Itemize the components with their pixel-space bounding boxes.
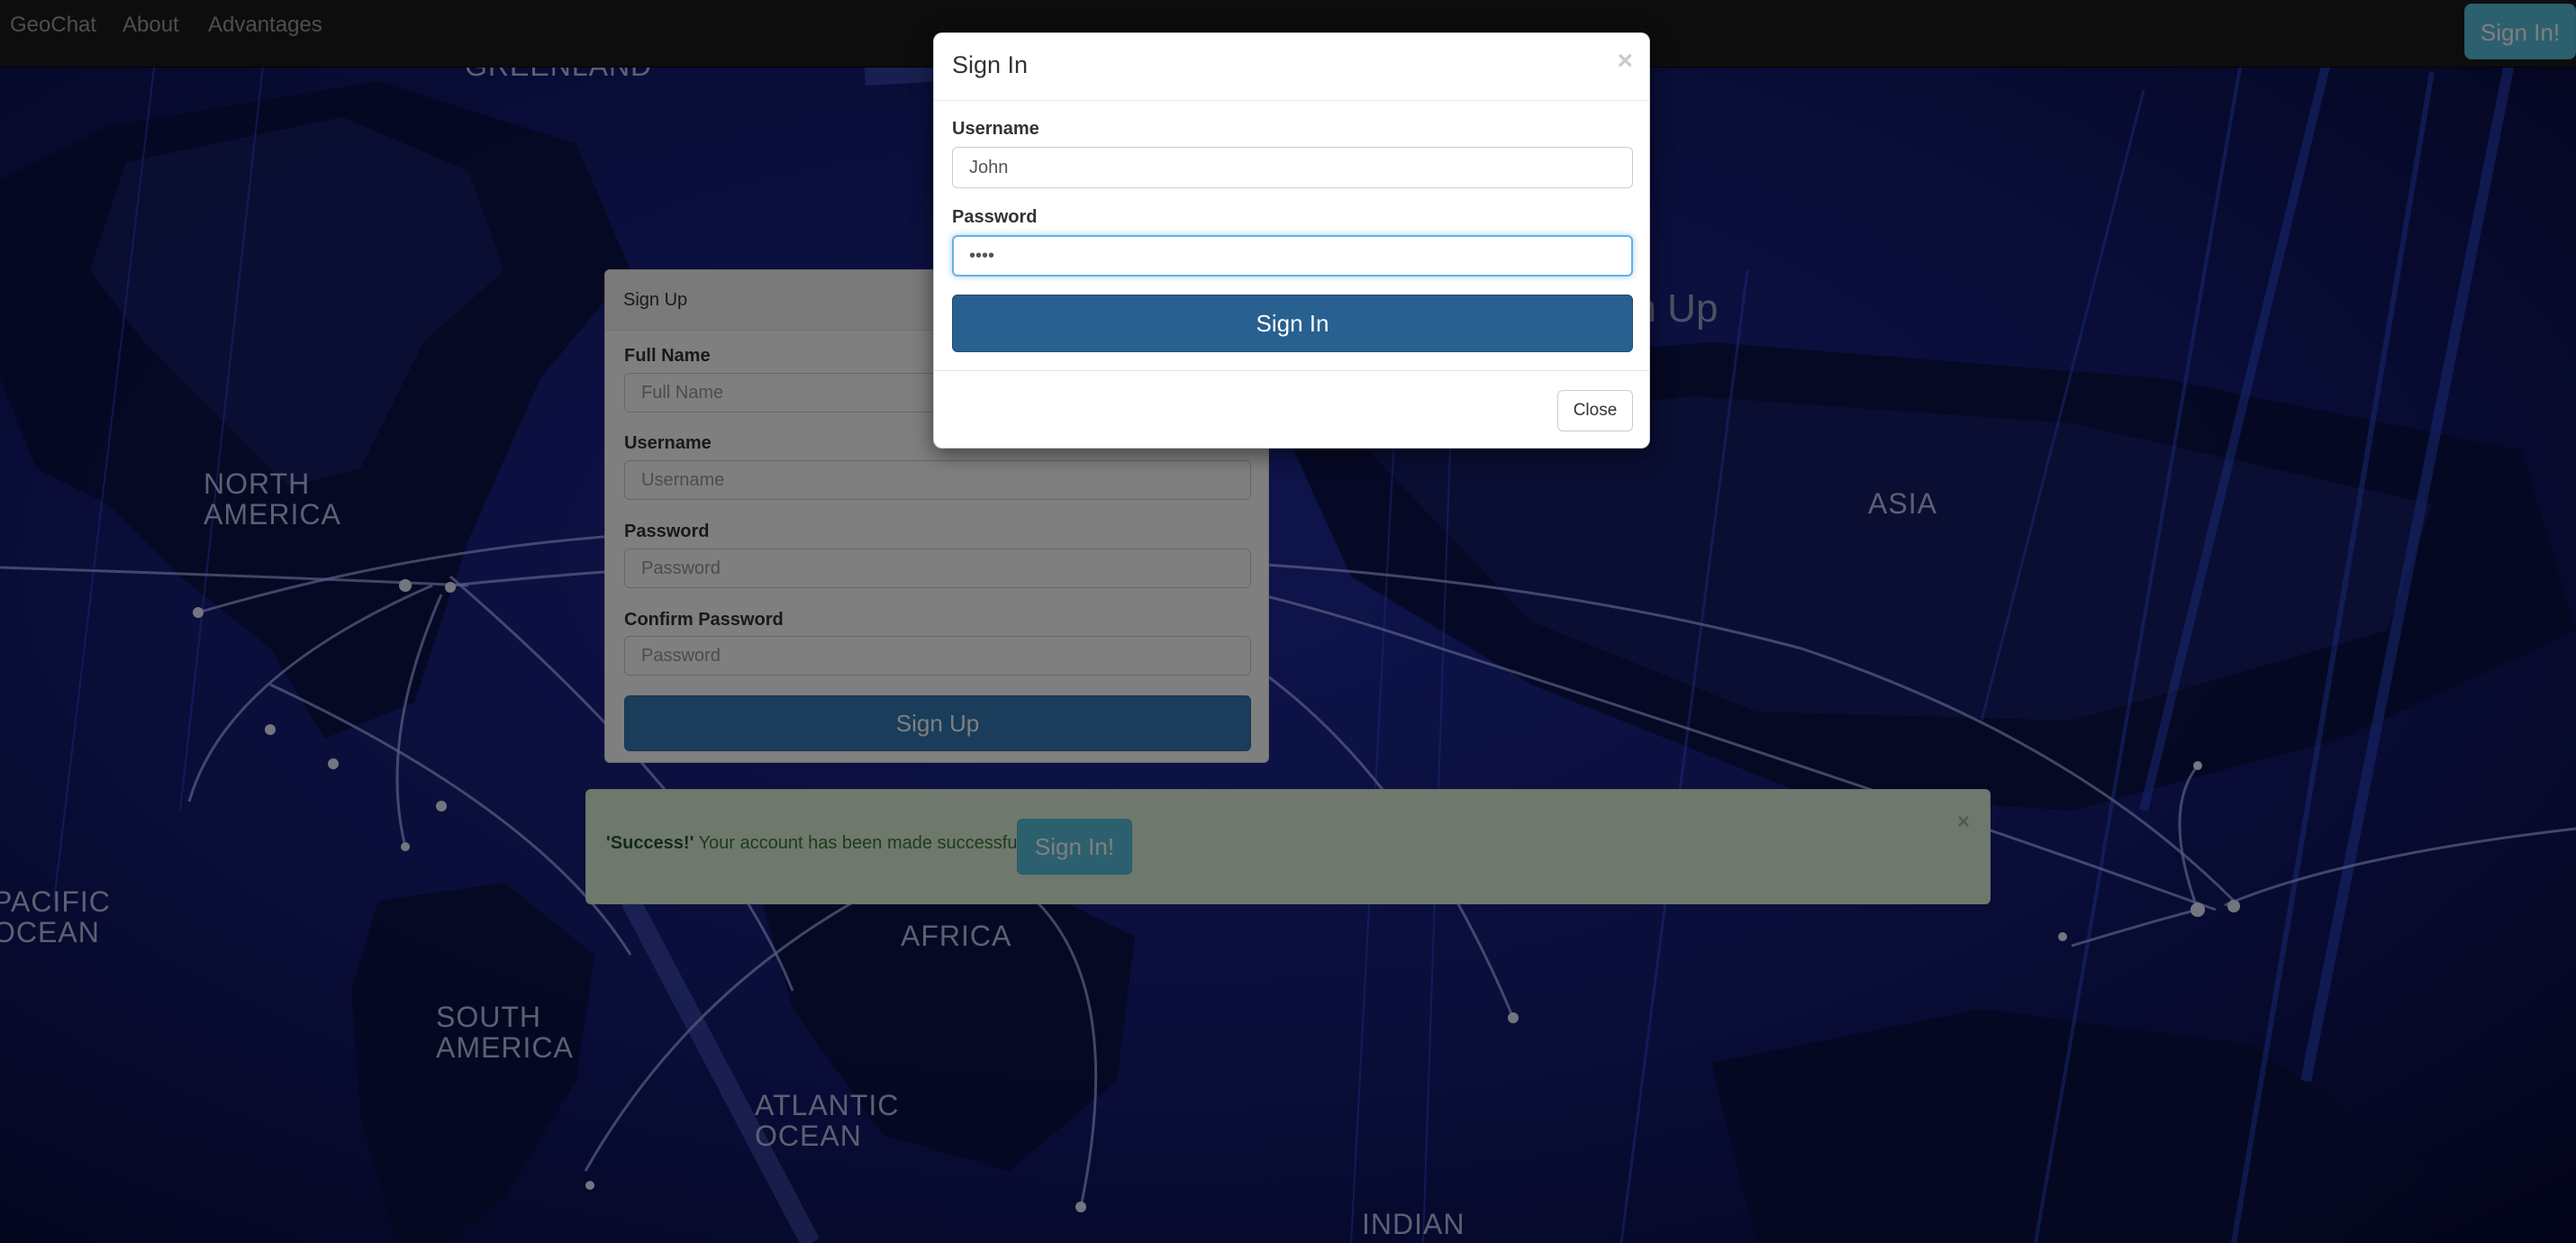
- password-input[interactable]: ••••: [952, 235, 1633, 277]
- modal-close-icon[interactable]: ×: [1617, 46, 1633, 77]
- password-label: Password: [952, 207, 1038, 227]
- username-input[interactable]: John: [952, 147, 1633, 188]
- modal-close-button[interactable]: Close: [1557, 390, 1633, 431]
- modal-sign-in-button[interactable]: Sign In: [952, 295, 1633, 352]
- modal-footer-divider: [934, 370, 1649, 371]
- modal-title: Sign In: [952, 51, 1029, 78]
- username-label: Username: [952, 119, 1039, 139]
- sign-in-modal: Sign In × Username John Password •••• Si…: [933, 32, 1650, 449]
- modal-header: Sign In ×: [934, 33, 1649, 101]
